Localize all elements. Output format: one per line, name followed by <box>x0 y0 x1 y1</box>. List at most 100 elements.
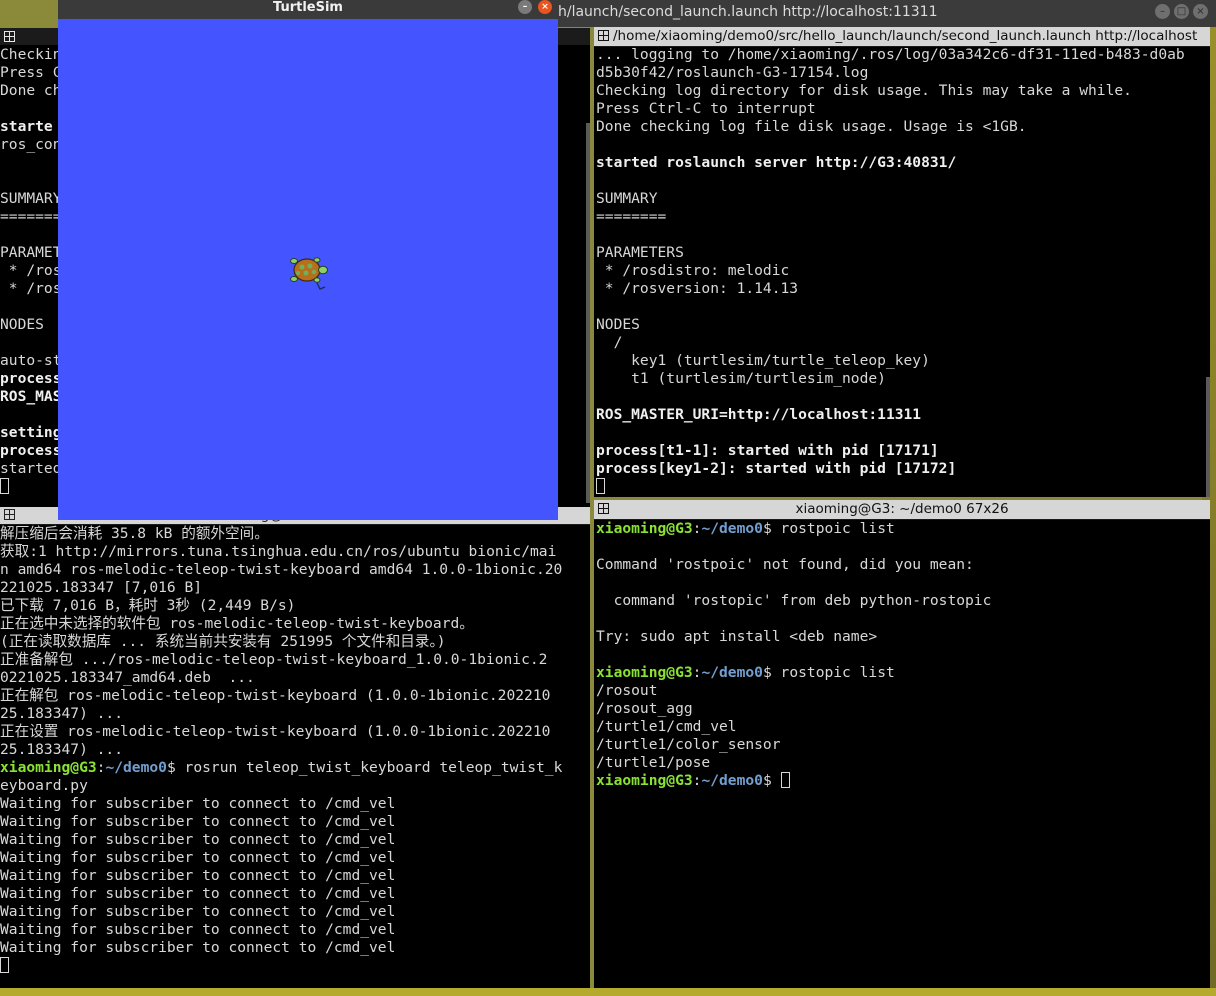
terminal-line: 解压缩后会消耗 35.8 kB 的额外空间。 <box>0 525 269 542</box>
cursor <box>0 957 562 975</box>
terminal-line: Waiting for subscriber to connect to /cm… <box>0 813 396 830</box>
split-grid-icon[interactable] <box>598 30 609 41</box>
terminal-title: /home/xiaoming/demo0/src/hello_launch/la… <box>613 28 1198 44</box>
terminal-line: ======= <box>0 208 62 225</box>
cursor <box>0 478 9 496</box>
terminal-line: PARAMETERS <box>596 244 684 261</box>
terminal-line: Command 'rostpoic' not found, did you me… <box>596 556 974 573</box>
terminal-bottom-left-output: 解压缩后会消耗 35.8 kB 的额外空间。 获取:1 http://mirror… <box>0 525 562 975</box>
terminal-line: eyboard.py <box>0 777 88 794</box>
split-grid-icon[interactable] <box>4 509 15 520</box>
terminal-line: starte <box>0 118 53 135</box>
terminal-line: started roslaunch server http://G3:40831… <box>596 154 957 171</box>
terminal-bottom-right-titlebar[interactable]: xiaoming@G3: ~/demo0 67x26 <box>594 500 1210 520</box>
terminal-line: NODES <box>0 316 44 333</box>
terminal-line: * /ros <box>0 262 62 279</box>
terminal-line: * /rosversion: 1.14.13 <box>596 280 799 297</box>
terminal-line: 正在选中未选择的软件包 ros-melodic-teleop-twist-key… <box>0 615 474 632</box>
terminal-line: n amd64 ros-melodic-teleop-twist-keyboar… <box>0 561 563 578</box>
terminal-line: Waiting for subscriber to connect to /cm… <box>0 885 396 902</box>
terminal-top-right[interactable]: /home/xiaoming/demo0/src/hello_launch/la… <box>594 27 1210 497</box>
cursor <box>780 772 790 788</box>
terminal-line: 已下载 7,016 B，耗时 3秒 (2,449 B/s) <box>0 597 296 614</box>
terminal-line: Waiting for subscriber to connect to /cm… <box>0 849 396 866</box>
terminal-line: SUMMARY <box>596 190 658 207</box>
terminal-top-right-titlebar[interactable]: /home/xiaoming/demo0/src/hello_launch/la… <box>594 27 1210 47</box>
terminal-line: Waiting for subscriber to connect to /cm… <box>0 903 396 920</box>
maximize-icon[interactable]: □ <box>1174 4 1189 19</box>
terminal-line: * /ros <box>0 280 62 297</box>
terminal-line: xiaoming@G3:~/demo0$ <box>596 772 991 790</box>
terminal-line: ... logging to /home/xiaoming/.ros/log/0… <box>596 46 1185 63</box>
close-icon[interactable]: × <box>538 0 552 14</box>
terminal-line: 0221025.183347_amd64.deb ... <box>0 669 255 686</box>
turtlesim-titlebar[interactable]: TurtleSim – × <box>58 0 558 19</box>
terminal-line: PARAMET <box>0 244 62 261</box>
terminal-line: xiaoming@G3:~/demo0$ rostopic list <box>596 664 895 681</box>
terminal-line: 正在解包 ros-melodic-teleop-twist-keyboard (… <box>0 687 551 704</box>
terminal-line: d5b30f42/roslaunch-G3-17154.log <box>596 64 869 81</box>
terminal-line: /rosout_agg <box>596 700 693 717</box>
turtlesim-title: TurtleSim <box>273 0 343 15</box>
terminal-line: process[key1-2]: started with pid [17172… <box>596 460 957 477</box>
terminal-line: 25.183347) ... <box>0 705 124 722</box>
terminal-line: /turtle1/cmd_vel <box>596 718 737 735</box>
terminal-line: Waiting for subscriber to connect to /cm… <box>0 939 396 956</box>
terminal-line: * /rosdistro: melodic <box>596 262 790 279</box>
terminal-line: process <box>0 442 62 459</box>
cursor <box>596 478 605 496</box>
terminal-line: ros_con <box>0 136 62 153</box>
split-grid-icon[interactable] <box>598 503 609 514</box>
scrollbar[interactable] <box>1206 377 1210 497</box>
terminal-line: key1 (turtlesim/turtle_teleop_key) <box>596 352 930 369</box>
terminal-line: 25.183347) ... <box>0 741 124 758</box>
terminal-line: 正在设置 ros-melodic-teleop-twist-keyboard (… <box>0 723 551 740</box>
minimize-icon[interactable]: – <box>1155 4 1170 19</box>
close-icon[interactable]: × <box>1193 4 1208 19</box>
terminal-bottom-left[interactable]: xiaoming@G3: ~/demo0 64x25 解压缩后会消耗 35.8 … <box>0 507 590 988</box>
terminal-line: auto-st <box>0 352 62 369</box>
terminal-top-left-output: Checkin Press C Done ch starte ros_con SUMMAR… <box>0 46 62 478</box>
terminal-line: 正准备解包 .../ros-melodic-teleop-twist-keybo… <box>0 651 548 668</box>
terminal-bottom-right[interactable]: xiaoming@G3: ~/demo0 67x26 xiaoming@G3:~… <box>594 500 1210 988</box>
terminal-top-right-output: ... logging to /home/xiaoming/.ros/log/0… <box>596 46 1185 478</box>
terminal-line: Try: sudo apt install <deb name> <box>596 628 878 645</box>
terminal-line: Waiting for subscriber to connect to /cm… <box>0 867 396 884</box>
turtlesim-window[interactable]: TurtleSim – × <box>58 0 558 520</box>
terminal-title: xiaoming@G3: ~/demo0 67x26 <box>795 501 1009 517</box>
terminal-line: /turtle1/pose <box>596 754 711 771</box>
outer-window-titlebar[interactable]: h/launch/second_launch.launch http://loc… <box>558 0 1216 27</box>
terminal-line: (正在读取数据库 ... 系统当前共安装有 251995 个文件和目录。) <box>0 633 446 650</box>
minimize-icon[interactable]: – <box>518 0 532 14</box>
terminal-line: SUMMARY <box>0 190 62 207</box>
terminal-line: xiaoming@G3:~/demo0$ rosrun teleop_twist… <box>0 759 563 776</box>
scrollbar[interactable] <box>586 123 590 503</box>
terminal-line: 获取:1 http://mirrors.tuna.tsinghua.edu.cn… <box>0 543 557 560</box>
outer-window-title: h/launch/second_launch.launch http://loc… <box>558 4 938 20</box>
turtle-icon <box>290 257 328 290</box>
terminal-line: /turtle1/color_sensor <box>596 736 781 753</box>
terminal-line: t1 (turtlesim/turtlesim_node) <box>596 370 886 387</box>
terminal-line: Waiting for subscriber to connect to /cm… <box>0 831 396 848</box>
split-grid-icon[interactable] <box>4 31 15 42</box>
terminal-line: ROS_MAS <box>0 388 62 405</box>
terminal-line: setting <box>0 424 62 441</box>
terminal-line: command 'rostopic' from deb python-rosto… <box>596 592 992 609</box>
terminal-line: / <box>596 334 623 351</box>
terminal-line: Press C <box>0 64 62 81</box>
terminal-line: ROS_MASTER_URI=http://localhost:11311 <box>596 406 922 423</box>
desktop-panel-strip <box>0 988 1216 996</box>
